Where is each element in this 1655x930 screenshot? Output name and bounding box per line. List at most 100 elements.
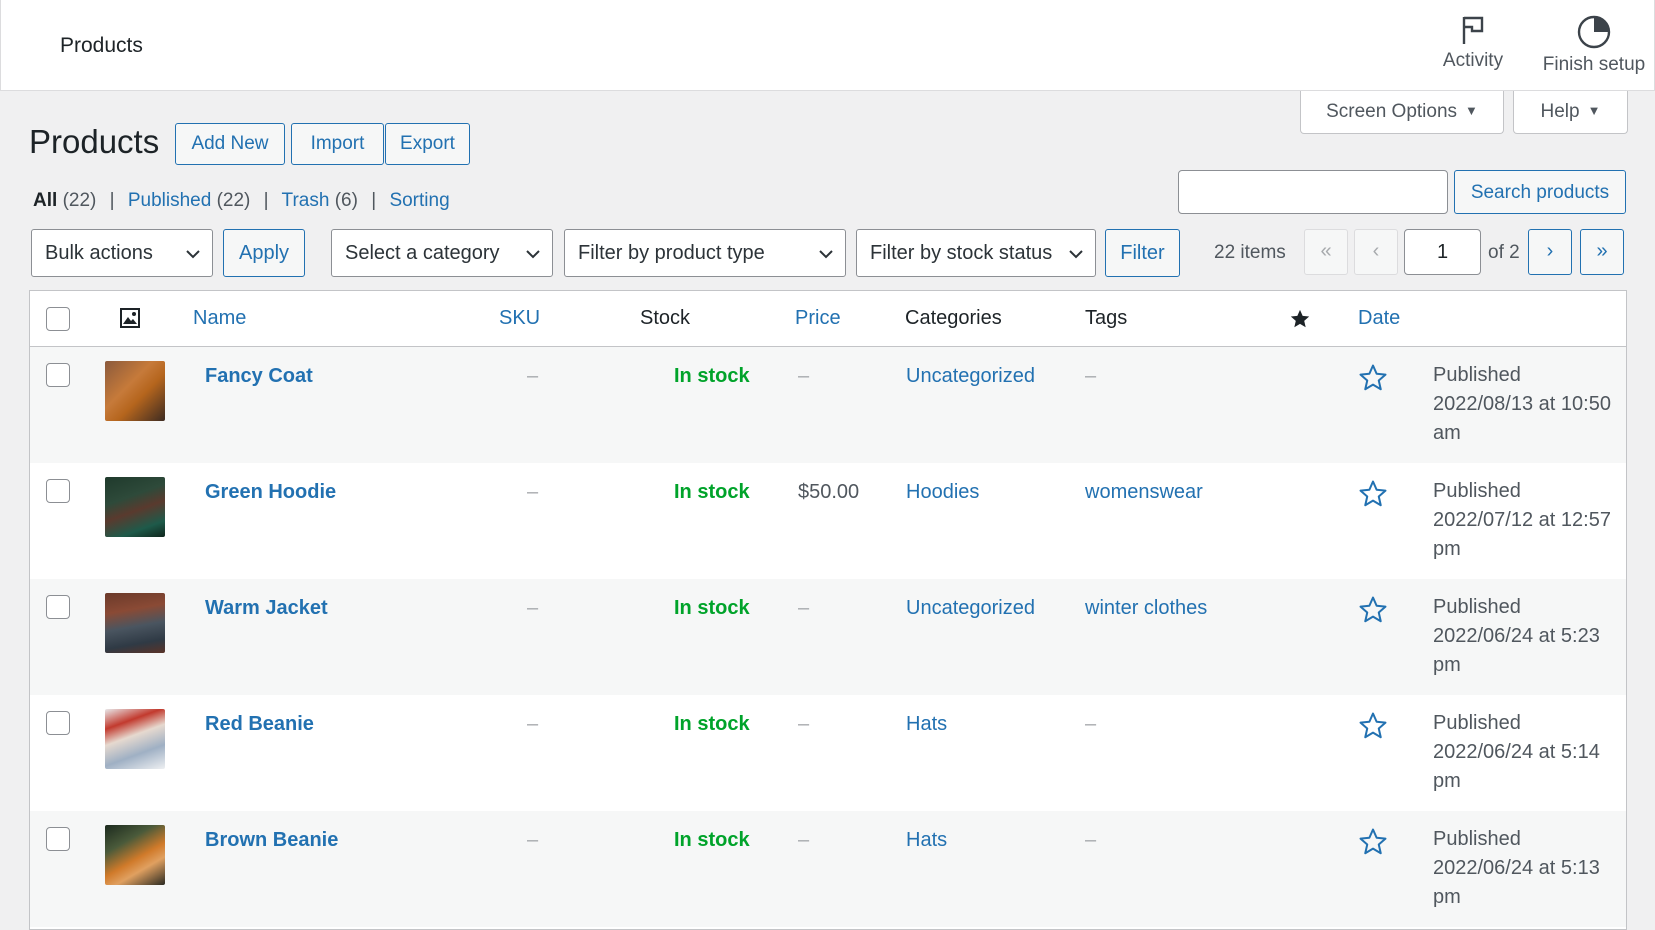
category-link[interactable]: Hoodies (906, 481, 979, 504)
help-label: Help (1540, 101, 1580, 122)
sku-value: – (527, 597, 539, 619)
top-header: Products Activity Finish setup (0, 0, 1655, 91)
chevron-down-icon (526, 250, 540, 259)
table-row: Fancy Coat – In stock – Uncategorized – … (30, 347, 1626, 463)
apply-button[interactable]: Apply (223, 229, 305, 277)
product-name-link[interactable]: Red Beanie (205, 713, 314, 736)
column-categories: Categories (905, 307, 1002, 329)
header-title: Products (60, 34, 143, 57)
row-checkbox[interactable] (46, 363, 70, 387)
column-date[interactable]: Date (1358, 307, 1400, 330)
select-all-checkbox[interactable] (46, 307, 70, 331)
table-row: Brown Beanie – In stock – Hats – Publish… (30, 811, 1626, 927)
row-checkbox[interactable] (46, 479, 70, 503)
image-icon (120, 308, 140, 328)
product-name-link[interactable]: Green Hoodie (205, 481, 336, 504)
import-button[interactable]: Import (291, 123, 384, 165)
stock-status: In stock (674, 713, 750, 735)
star-outline-icon[interactable] (1358, 827, 1388, 857)
category-link[interactable]: Uncategorized (906, 365, 1035, 388)
last-page-button[interactable]: » (1580, 229, 1624, 275)
product-type-select[interactable]: Filter by product type (564, 229, 846, 277)
date-ampm: am (1433, 422, 1461, 444)
row-checkbox[interactable] (46, 595, 70, 619)
category-link[interactable]: Hats (906, 829, 947, 852)
search-products-button[interactable]: Search products (1454, 170, 1626, 214)
view-trash-link[interactable]: Trash (282, 190, 330, 211)
star-outline-icon[interactable] (1358, 711, 1388, 741)
price-value: – (798, 829, 810, 851)
stock-status: In stock (674, 829, 750, 851)
view-sorting-link[interactable]: Sorting (389, 190, 449, 211)
star-filled-icon[interactable] (1289, 308, 1311, 330)
stock-status-select[interactable]: Filter by stock status (856, 229, 1096, 277)
tag-link[interactable]: winter clothes (1085, 597, 1207, 620)
table-row: Warm Jacket – In stock – Uncategorized w… (30, 579, 1626, 695)
caret-down-icon: ▼ (1465, 103, 1478, 118)
price-value: – (798, 597, 810, 619)
category-value: Select a category (345, 242, 500, 264)
date-status: Published (1433, 480, 1521, 502)
current-page-input[interactable]: 1 (1404, 229, 1481, 275)
column-name[interactable]: Name (193, 307, 246, 330)
column-stock: Stock (640, 307, 691, 329)
category-link[interactable]: Uncategorized (906, 597, 1035, 620)
sku-value: – (527, 365, 539, 387)
first-page-button: « (1304, 229, 1348, 275)
date-value: Published 2022/06/24 at 5:14 pm (1433, 709, 1613, 796)
screen-options-button[interactable]: Screen Options ▼ (1300, 91, 1504, 134)
product-thumbnail[interactable] (105, 825, 165, 885)
tags-value: – (1085, 713, 1097, 735)
stock-status: In stock (674, 597, 750, 619)
product-thumbnail[interactable] (105, 593, 165, 653)
date-status: Published (1433, 712, 1521, 734)
price-value: $50.00 (798, 481, 860, 503)
column-sku[interactable]: SKU (499, 307, 540, 330)
sku-value: – (527, 829, 539, 851)
sku-value: – (527, 481, 539, 503)
star-outline-icon[interactable] (1358, 479, 1388, 509)
help-button[interactable]: Help ▼ (1513, 91, 1628, 134)
search-input[interactable] (1178, 170, 1448, 214)
view-trash-count: (6) (334, 190, 358, 211)
stock-status: In stock (674, 481, 750, 503)
column-tags: Tags (1085, 307, 1128, 329)
product-thumbnail[interactable] (105, 477, 165, 537)
tags-value: – (1085, 365, 1097, 387)
column-price[interactable]: Price (795, 307, 841, 330)
price-value: – (798, 713, 810, 735)
products-table: Name SKU Stock Price Categories Tags Dat… (29, 290, 1627, 930)
date-status: Published (1433, 828, 1521, 850)
next-page-button[interactable]: › (1528, 229, 1572, 275)
finish-setup-button[interactable]: Finish setup (1532, 14, 1655, 76)
bulk-actions-select[interactable]: Bulk actions (31, 229, 213, 277)
separator: | (371, 190, 377, 211)
product-name-link[interactable]: Warm Jacket (205, 597, 328, 620)
tag-link[interactable]: womenswear (1085, 481, 1203, 504)
product-thumbnail[interactable] (105, 709, 165, 769)
filter-button[interactable]: Filter (1105, 229, 1180, 277)
row-checkbox[interactable] (46, 711, 70, 735)
product-name-link[interactable]: Fancy Coat (205, 365, 313, 388)
row-checkbox[interactable] (46, 827, 70, 851)
table-row: Red Beanie – In stock – Hats – Published… (30, 695, 1626, 811)
view-all-link[interactable]: All (33, 190, 57, 211)
date-datetime: 2022/07/12 at 12:57 (1433, 509, 1611, 531)
chevron-down-icon (819, 250, 833, 259)
date-datetime: 2022/06/24 at 5:14 (1433, 741, 1600, 763)
table-header: Name SKU Stock Price Categories Tags Dat… (30, 291, 1626, 347)
view-published-link[interactable]: Published (128, 190, 211, 211)
star-outline-icon[interactable] (1358, 595, 1388, 625)
star-outline-icon[interactable] (1358, 363, 1388, 393)
product-name-link[interactable]: Brown Beanie (205, 829, 338, 852)
items-count: 22 items (1214, 242, 1286, 263)
category-select[interactable]: Select a category (331, 229, 553, 277)
activity-button[interactable]: Activity (1433, 14, 1513, 72)
product-thumbnail[interactable] (105, 361, 165, 421)
add-new-button[interactable]: Add New (175, 123, 285, 165)
export-button[interactable]: Export (385, 123, 470, 165)
category-link[interactable]: Hats (906, 713, 947, 736)
date-ampm: pm (1433, 770, 1461, 792)
screen-options-label: Screen Options (1326, 101, 1458, 122)
finish-setup-label: Finish setup (1542, 54, 1646, 75)
